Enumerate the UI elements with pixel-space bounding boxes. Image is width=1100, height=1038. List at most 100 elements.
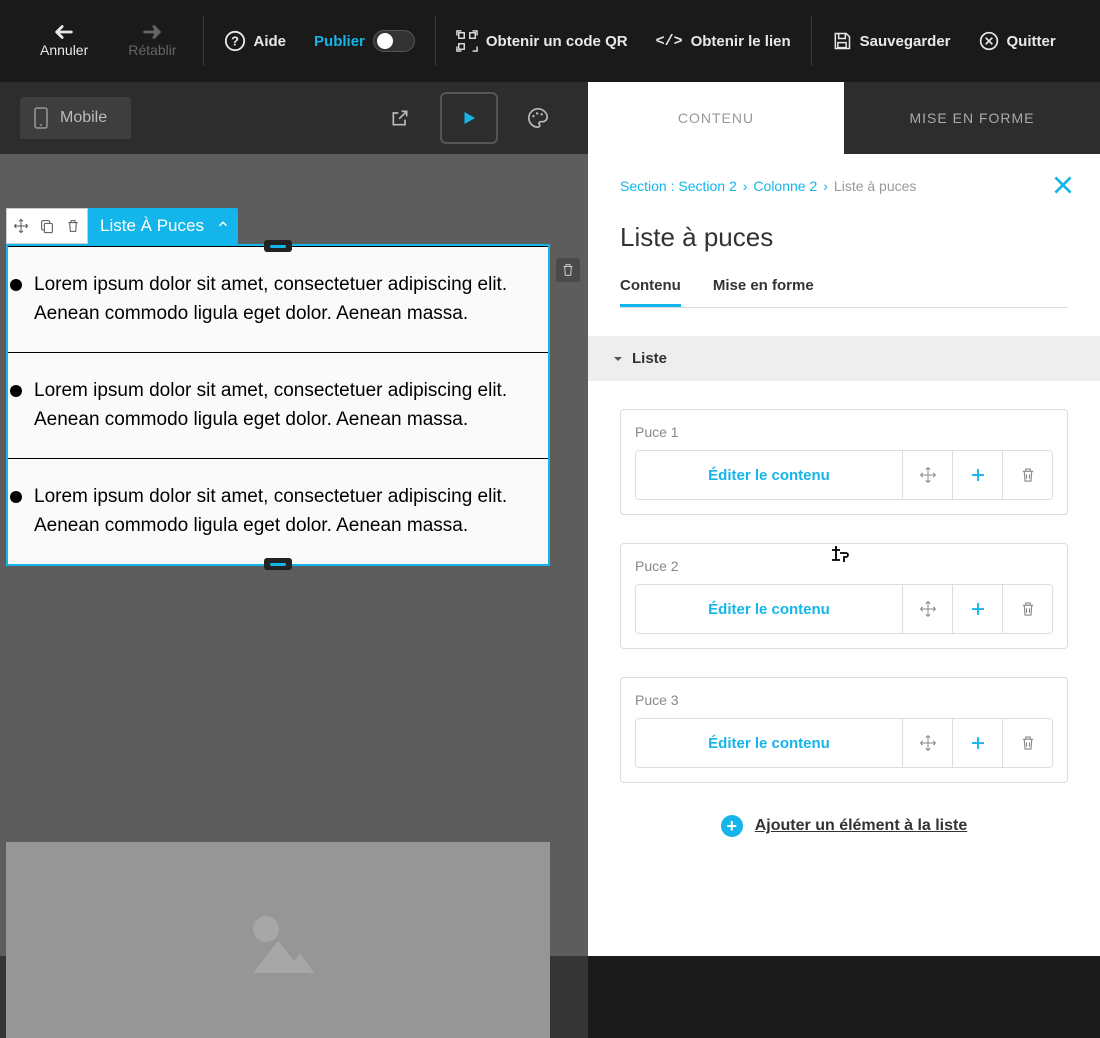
chevron-right-icon: › — [823, 178, 828, 194]
save-label: Sauvegarder — [860, 33, 951, 50]
edit-content-button[interactable]: Éditer le contenu — [636, 585, 902, 633]
publish-toggle[interactable]: Publier — [300, 30, 429, 52]
delete-element-button[interactable] — [556, 258, 580, 282]
mobile-label: Mobile — [60, 109, 107, 127]
add-list-item-button[interactable]: + Ajouter un élément à la liste — [620, 815, 1068, 837]
link-button[interactable]: </> Obtenir le lien — [642, 33, 805, 50]
chevron-down-icon — [612, 353, 624, 365]
move-puce-button[interactable] — [902, 719, 952, 767]
delete-puce-button[interactable] — [1002, 719, 1052, 767]
move-puce-button[interactable] — [902, 585, 952, 633]
breadcrumb-section[interactable]: Section : Section 2 — [620, 178, 737, 194]
move-icon[interactable] — [13, 218, 29, 234]
trash-icon — [1019, 466, 1037, 484]
puce-card-1: Puce 1 Éditer le contenu — [620, 409, 1068, 515]
redo-button[interactable]: Rétablir — [108, 16, 196, 66]
external-icon — [390, 108, 410, 128]
chevron-up-icon[interactable] — [216, 217, 238, 236]
help-button[interactable]: ? Aide — [210, 30, 301, 52]
play-icon — [460, 109, 478, 127]
undo-button[interactable]: Annuler — [20, 16, 108, 66]
properties-panel: CONTENU MISE EN FORME Section : Section … — [588, 82, 1100, 956]
help-icon: ? — [224, 30, 246, 52]
plus-icon — [969, 600, 987, 618]
plus-icon — [969, 734, 987, 752]
cursor-icon — [830, 544, 850, 568]
palette-icon — [527, 107, 549, 129]
list-item: Lorem ipsum dolor sit amet, consectetuer… — [8, 247, 548, 353]
svg-text:?: ? — [231, 34, 239, 49]
qr-label: Obtenir un code QR — [486, 33, 628, 50]
list-item: Lorem ipsum dolor sit amet, consectetuer… — [8, 353, 548, 459]
edit-content-button[interactable]: Éditer le contenu — [636, 719, 902, 767]
element-type-label: Liste À Puces — [88, 216, 216, 236]
external-button[interactable] — [380, 98, 420, 138]
publish-label: Publier — [314, 33, 365, 50]
redo-label: Rétablir — [128, 42, 176, 58]
save-icon — [832, 31, 852, 51]
add-list-item-label: Ajouter un élément à la liste — [755, 817, 968, 835]
move-puce-button[interactable] — [902, 451, 952, 499]
tab-content[interactable]: CONTENU — [588, 82, 844, 154]
quit-button[interactable]: Quitter — [965, 31, 1070, 51]
delete-puce-button[interactable] — [1002, 585, 1052, 633]
panel-title: Liste à puces — [620, 222, 1068, 253]
qr-button[interactable]: Obtenir un code QR — [442, 30, 642, 52]
trash-icon — [1019, 734, 1037, 752]
move-icon — [919, 466, 937, 484]
divider — [435, 16, 436, 66]
bullet-icon — [10, 491, 22, 503]
publish-switch[interactable] — [373, 30, 415, 52]
move-icon — [919, 734, 937, 752]
divider — [811, 16, 812, 66]
save-button[interactable]: Sauvegarder — [818, 31, 965, 51]
mobile-icon — [34, 107, 48, 129]
selected-element[interactable]: Lorem ipsum dolor sit amet, consectetuer… — [6, 244, 550, 566]
breadcrumb-current: Liste à puces — [834, 178, 917, 194]
top-toolbar: Annuler Rétablir ? Aide Publier Obtenir … — [0, 0, 1100, 82]
resize-handle-bottom[interactable] — [264, 558, 292, 570]
resize-handle-top[interactable] — [264, 240, 292, 252]
close-icon — [1050, 172, 1076, 198]
help-label: Aide — [254, 33, 287, 50]
inner-tab-format[interactable]: Mise en forme — [713, 277, 814, 307]
preview-button[interactable] — [440, 92, 498, 144]
list-item-text: Lorem ipsum dolor sit amet, consectetuer… — [34, 377, 540, 434]
bullet-icon — [10, 385, 22, 397]
element-label-chip[interactable]: Liste À Puces — [6, 208, 238, 244]
undo-label: Annuler — [40, 42, 88, 58]
breadcrumb-column[interactable]: Colonne 2 — [753, 178, 817, 194]
mobile-view-button[interactable]: Mobile — [20, 97, 131, 139]
puce-card-3: Puce 3 Éditer le contenu — [620, 677, 1068, 783]
bullet-icon — [10, 279, 22, 291]
puce-name: Puce 1 — [635, 424, 1053, 440]
close-panel-button[interactable] — [1050, 172, 1076, 203]
plus-circle-icon: + — [721, 815, 743, 837]
inner-tab-content[interactable]: Contenu — [620, 277, 681, 307]
list-item-text: Lorem ipsum dolor sit amet, consectetuer… — [34, 483, 540, 540]
breadcrumb: Section : Section 2 › Colonne 2 › Liste … — [620, 178, 1068, 194]
puce-name: Puce 3 — [635, 692, 1053, 708]
add-puce-button[interactable] — [952, 719, 1002, 767]
code-icon: </> — [656, 33, 683, 50]
tab-format[interactable]: MISE EN FORME — [844, 82, 1100, 154]
section-header-list[interactable]: Liste — [588, 336, 1100, 381]
delete-puce-button[interactable] — [1002, 451, 1052, 499]
copy-icon[interactable] — [39, 218, 55, 234]
add-puce-button[interactable] — [952, 585, 1002, 633]
palette-button[interactable] — [518, 98, 558, 138]
divider — [203, 16, 204, 66]
move-icon — [919, 600, 937, 618]
link-label: Obtenir le lien — [691, 33, 791, 50]
qr-icon — [456, 30, 478, 52]
list-item: Lorem ipsum dolor sit amet, consectetuer… — [8, 459, 548, 564]
section-header-label: Liste — [632, 350, 667, 367]
plus-icon — [969, 466, 987, 484]
edit-content-button[interactable]: Éditer le contenu — [636, 451, 902, 499]
add-puce-button[interactable] — [952, 451, 1002, 499]
canvas: Mobile Liste À Puces — [0, 82, 588, 956]
close-circle-icon — [979, 31, 999, 51]
trash-icon — [1019, 600, 1037, 618]
list-item-text: Lorem ipsum dolor sit amet, consectetuer… — [34, 271, 540, 328]
trash-icon[interactable] — [65, 218, 81, 234]
